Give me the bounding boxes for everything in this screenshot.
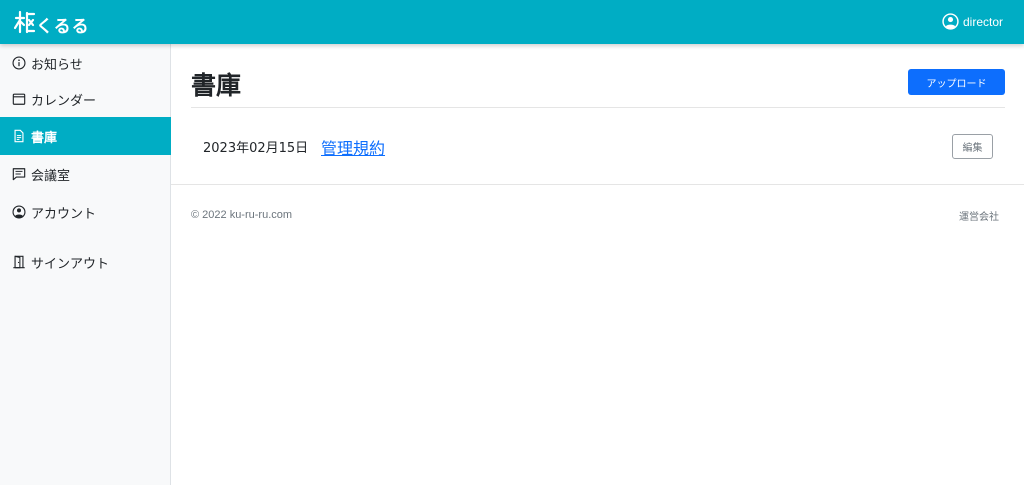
sidebar-item-calendar[interactable]: カレンダー bbox=[0, 80, 171, 118]
calendar-icon bbox=[12, 93, 26, 105]
logo[interactable]: くるる bbox=[14, 8, 89, 37]
sidebar-item-news[interactable]: お知らせ bbox=[0, 44, 171, 82]
logo-text: くるる bbox=[36, 17, 90, 37]
door-icon bbox=[13, 255, 25, 269]
sidebar-item-signout[interactable]: サインアウト bbox=[0, 243, 171, 281]
sidebar-item-label: サインアウト bbox=[31, 256, 110, 272]
sidebar-item-label: 書庫 bbox=[31, 130, 58, 146]
person-circle-icon bbox=[942, 13, 959, 30]
chat-icon bbox=[12, 168, 26, 181]
logo-mark bbox=[14, 10, 36, 34]
sidebar-item-label: アカウント bbox=[31, 206, 97, 222]
file-text-icon bbox=[14, 129, 24, 143]
main-content: 書庫 アップロード 2023年02月15日 管理規約 編集 © 2022 ku-… bbox=[171, 44, 1024, 485]
file-link[interactable]: 管理規約 bbox=[321, 135, 385, 159]
list-item: 2023年02月15日 管理規約 編集 bbox=[171, 108, 1024, 185]
username: director bbox=[962, 14, 1003, 29]
sidebar-item-label: 会議室 bbox=[31, 168, 71, 184]
edit-button[interactable]: 編集 bbox=[952, 134, 993, 159]
sidebar: お知らせ カレンダー 書庫 会議室 アカウント サインアウト bbox=[0, 44, 171, 485]
sidebar-item-meeting-room[interactable]: 会議室 bbox=[0, 155, 171, 193]
user-menu[interactable]: director bbox=[942, 13, 1003, 30]
sidebar-item-library[interactable]: 書庫 bbox=[0, 117, 171, 155]
footer-company-link[interactable]: 運営会社 bbox=[959, 208, 999, 223]
top-header: くるる director bbox=[0, 0, 1024, 44]
sidebar-item-label: カレンダー bbox=[31, 93, 97, 109]
file-date: 2023年02月15日 bbox=[203, 141, 309, 156]
upload-button[interactable]: アップロード bbox=[908, 69, 1005, 95]
person-circle-icon bbox=[12, 205, 26, 219]
footer-copyright: © 2022 ku-ru-ru.com bbox=[191, 209, 293, 221]
page-title: 書庫 bbox=[191, 71, 242, 100]
info-circle-icon bbox=[12, 56, 26, 70]
sidebar-item-account[interactable]: アカウント bbox=[0, 193, 171, 231]
sidebar-item-label: お知らせ bbox=[31, 57, 83, 73]
